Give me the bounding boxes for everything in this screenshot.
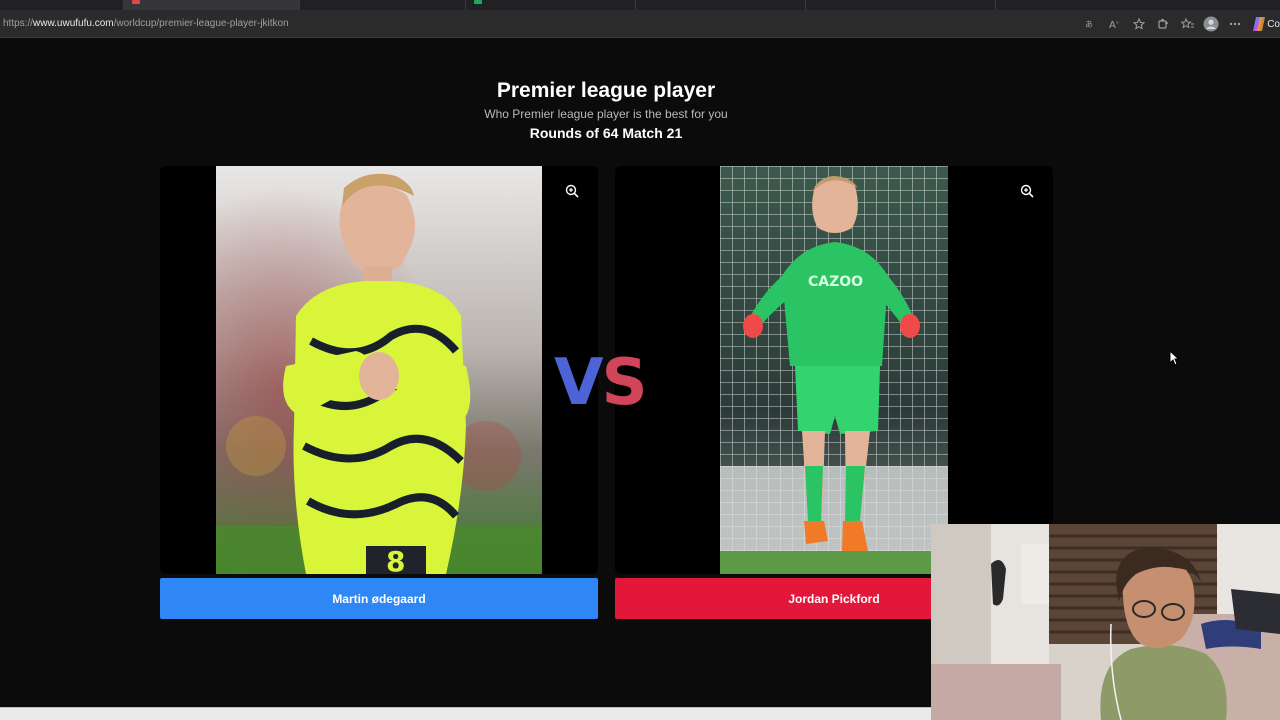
webcam-overlay xyxy=(931,524,1280,720)
url-scheme: https:// xyxy=(3,18,34,29)
mouse-cursor-icon xyxy=(1169,349,1180,371)
browser-tab-active[interactable] xyxy=(124,0,300,10)
extensions-icon[interactable] xyxy=(1151,14,1175,34)
browser-tab[interactable] xyxy=(806,0,996,10)
browser-toolbar: あ A» Co xyxy=(1079,14,1280,34)
page-subtitle: Who Premier league player is the best fo… xyxy=(484,107,728,121)
browser-tab[interactable] xyxy=(0,0,124,10)
url-text[interactable]: https://www.uwufufu.com/worldcup/premier… xyxy=(3,18,289,29)
favorite-star-icon[interactable] xyxy=(1127,14,1151,34)
left-candidate-card[interactable]: 8 xyxy=(160,166,598,574)
svg-text:8: 8 xyxy=(386,545,405,574)
zoom-in-icon[interactable] xyxy=(562,181,582,201)
zoom-in-icon[interactable] xyxy=(1017,181,1037,201)
read-aloud-icon[interactable]: A» xyxy=(1103,14,1127,34)
right-candidate-card[interactable]: CAZOO xyxy=(615,166,1053,574)
url-host: www.uwufufu.com xyxy=(33,18,114,29)
screen-bottom-strip xyxy=(0,707,931,720)
url-path: /worldcup/premier-league-player-jkitkon xyxy=(113,18,289,29)
svg-text:CAZOO: CAZOO xyxy=(808,274,863,290)
vs-label: VS xyxy=(554,346,648,420)
page-title: Premier league player xyxy=(496,79,716,102)
svg-text:»: » xyxy=(1116,20,1119,26)
translate-icon[interactable]: あ xyxy=(1079,14,1103,34)
more-icon[interactable] xyxy=(1223,14,1247,34)
browser-tab[interactable] xyxy=(300,0,466,10)
vs-letter-v: V xyxy=(554,346,604,420)
right-candidate-photo[interactable]: CAZOO xyxy=(720,166,948,574)
address-bar[interactable]: https://www.uwufufu.com/worldcup/premier… xyxy=(0,10,1280,38)
copilot-label[interactable]: Co xyxy=(1267,19,1280,30)
select-left-button[interactable]: Martin ødegaard xyxy=(160,578,598,619)
browser-tab-strip xyxy=(0,0,1280,10)
favorites-icon[interactable] xyxy=(1175,14,1199,34)
browser-tab[interactable] xyxy=(636,0,806,10)
profile-icon[interactable] xyxy=(1199,14,1223,34)
svg-text:あ: あ xyxy=(1085,20,1093,29)
svg-text:A: A xyxy=(1109,20,1116,30)
round-indicator: Rounds of 64 Match 21 xyxy=(529,125,683,141)
browser-tab[interactable] xyxy=(466,0,636,10)
left-candidate-photo[interactable]: 8 xyxy=(216,166,542,574)
vs-letter-s: S xyxy=(601,346,648,420)
